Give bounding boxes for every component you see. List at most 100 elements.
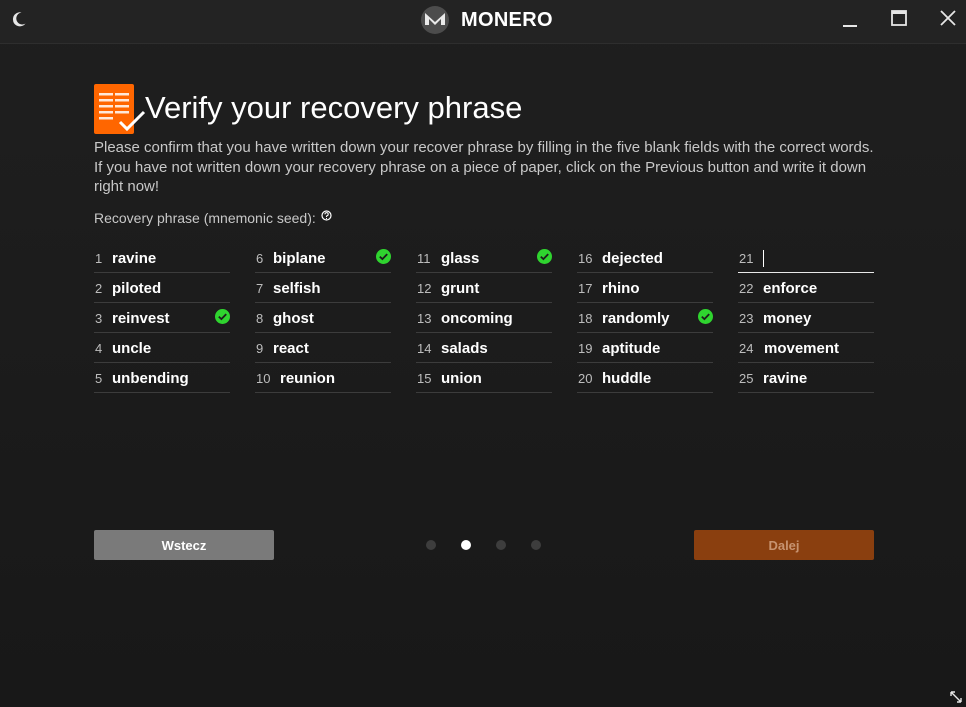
seed-word-10: 10 reunion bbox=[255, 363, 391, 393]
seed-word-text: piloted bbox=[112, 280, 162, 297]
seed-word-number: 14 bbox=[417, 341, 432, 356]
seed-word-15: 15 union bbox=[416, 363, 552, 393]
seed-word-8: 8 ghost bbox=[255, 303, 391, 333]
seed-word-text: react bbox=[273, 340, 309, 357]
seed-word-input[interactable] bbox=[762, 247, 870, 269]
seed-word-text: aptitude bbox=[602, 340, 661, 357]
seed-word-number: 25 bbox=[739, 371, 754, 386]
recovery-phrase-check-icon bbox=[94, 84, 146, 134]
seed-word-6: 6 biplane bbox=[255, 243, 391, 273]
seed-word-number: 4 bbox=[95, 341, 103, 356]
check-circle-icon bbox=[376, 249, 391, 264]
seed-word-text: ravine bbox=[112, 250, 157, 267]
seed-word-text: enforce bbox=[763, 280, 818, 297]
seed-word-number: 21 bbox=[739, 251, 754, 266]
seed-word-number: 2 bbox=[95, 281, 103, 296]
brand: MONERO bbox=[420, 5, 553, 35]
minimize-icon[interactable] bbox=[834, 6, 866, 32]
step-dot-3 bbox=[496, 540, 506, 550]
seed-word-22: 22 enforce bbox=[738, 273, 874, 303]
seed-word-3: 3 reinvest bbox=[94, 303, 230, 333]
seed-word-number: 3 bbox=[95, 311, 103, 326]
seed-word-text: glass bbox=[441, 250, 480, 267]
seed-word-number: 18 bbox=[578, 311, 593, 326]
seed-word-number: 23 bbox=[739, 311, 754, 326]
seed-word-text: dejected bbox=[602, 250, 663, 267]
seed-word-13: 13 oncoming bbox=[416, 303, 552, 333]
maximize-icon[interactable] bbox=[883, 6, 915, 32]
moon-icon[interactable] bbox=[8, 8, 30, 30]
page-title: Verify your recovery phrase bbox=[145, 90, 523, 125]
back-button[interactable]: Wstecz bbox=[94, 530, 274, 560]
seed-word-text: reunion bbox=[280, 370, 335, 387]
seed-word-text: ravine bbox=[763, 370, 808, 387]
next-button[interactable]: Dalej bbox=[694, 530, 874, 560]
monero-logo-icon bbox=[421, 6, 449, 34]
seed-word-number: 16 bbox=[578, 251, 593, 266]
seed-word-number: 7 bbox=[256, 281, 264, 296]
seed-word-5: 5 unbending bbox=[94, 363, 230, 393]
seed-word-text: rhino bbox=[602, 280, 640, 297]
text-caret bbox=[763, 250, 764, 267]
seed-word-number: 13 bbox=[417, 311, 432, 326]
seed-word-number: 22 bbox=[739, 281, 754, 296]
seed-label-text: Recovery phrase (mnemonic seed): bbox=[94, 210, 316, 226]
seed-word-text: oncoming bbox=[441, 310, 513, 327]
seed-word-text: uncle bbox=[112, 340, 152, 357]
seed-word-text: reinvest bbox=[112, 310, 170, 327]
seed-word-text: ghost bbox=[273, 310, 314, 327]
seed-word-number: 24 bbox=[739, 341, 754, 356]
seed-word-text: grunt bbox=[441, 280, 480, 297]
step-dot-2-active bbox=[461, 540, 471, 550]
step-dot-4 bbox=[531, 540, 541, 550]
seed-word-21: 21 bbox=[738, 243, 874, 273]
brand-name: MONERO bbox=[461, 8, 553, 31]
seed-word-number: 19 bbox=[578, 341, 593, 356]
seed-word-23: 23 money bbox=[738, 303, 874, 333]
title-bar: MONERO bbox=[0, 0, 966, 44]
seed-word-25: 25 ravine bbox=[738, 363, 874, 393]
seed-word-text: unbending bbox=[112, 370, 189, 387]
seed-word-number: 15 bbox=[417, 371, 432, 386]
seed-word-number: 5 bbox=[95, 371, 103, 386]
seed-word-1: 1 ravine bbox=[94, 243, 230, 273]
seed-word-number: 12 bbox=[417, 281, 432, 296]
resize-icon[interactable] bbox=[949, 690, 963, 704]
help-icon[interactable] bbox=[321, 209, 332, 221]
check-circle-icon bbox=[698, 309, 713, 324]
close-icon[interactable] bbox=[932, 6, 964, 32]
seed-word-number: 8 bbox=[256, 311, 264, 326]
seed-word-text: money bbox=[763, 310, 812, 327]
seed-word-text: movement bbox=[764, 340, 840, 357]
seed-word-19: 19 aptitude bbox=[577, 333, 713, 363]
seed-word-12: 12 grunt bbox=[416, 273, 552, 303]
step-dot-1 bbox=[426, 540, 436, 550]
seed-word-9: 9 react bbox=[255, 333, 391, 363]
seed-word-14: 14 salads bbox=[416, 333, 552, 363]
seed-word-number: 1 bbox=[95, 251, 103, 266]
check-circle-icon bbox=[215, 309, 230, 324]
seed-word-18: 18 randomly bbox=[577, 303, 713, 333]
seed-word-text: randomly bbox=[602, 310, 670, 327]
seed-word-4: 4 uncle bbox=[94, 333, 230, 363]
seed-word-text: salads bbox=[441, 340, 488, 357]
seed-word-number: 20 bbox=[578, 371, 593, 386]
seed-label: Recovery phrase (mnemonic seed): bbox=[94, 209, 332, 226]
seed-word-11: 11 glass bbox=[416, 243, 552, 273]
instructions-text: Please confirm that you have written dow… bbox=[94, 139, 874, 195]
seed-word-number: 9 bbox=[256, 341, 264, 356]
seed-word-text: biplane bbox=[273, 250, 326, 267]
seed-word-number: 10 bbox=[256, 371, 271, 386]
seed-word-number: 6 bbox=[256, 251, 264, 266]
seed-word-text: selfish bbox=[273, 280, 321, 297]
seed-word-2: 2 piloted bbox=[94, 273, 230, 303]
seed-word-number: 11 bbox=[417, 251, 431, 266]
seed-word-7: 7 selfish bbox=[255, 273, 391, 303]
seed-word-24: 24 movement bbox=[738, 333, 874, 363]
seed-word-text: union bbox=[441, 370, 482, 387]
seed-word-number: 17 bbox=[578, 281, 593, 296]
seed-word-text: huddle bbox=[602, 370, 652, 387]
seed-word-17: 17 rhino bbox=[577, 273, 713, 303]
seed-word-20: 20 huddle bbox=[577, 363, 713, 393]
seed-word-16: 16 dejected bbox=[577, 243, 713, 273]
